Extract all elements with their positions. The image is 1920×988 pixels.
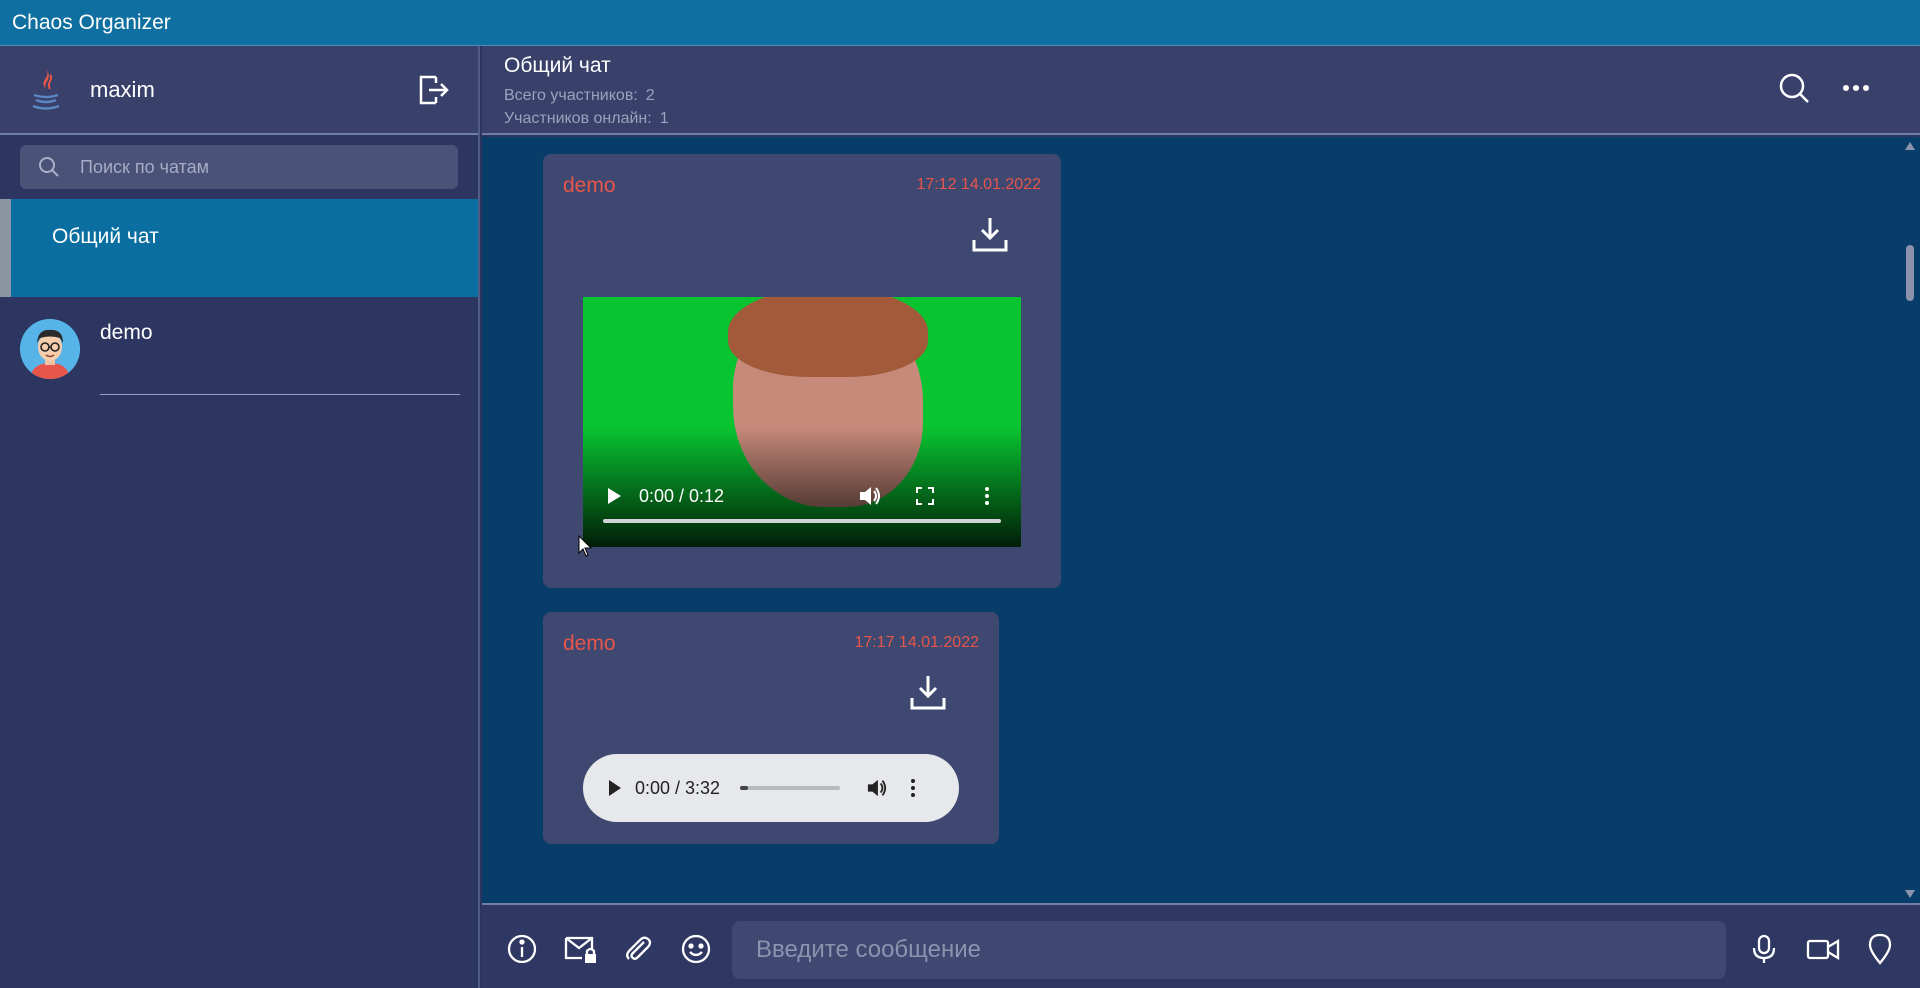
chat-item-info: demo <box>100 319 460 395</box>
audio-time: 0:00 / 3:32 <box>635 777 721 798</box>
video-player[interactable]: 0:00 / 0:12 <box>583 297 1021 547</box>
message-composer <box>482 903 1920 988</box>
message-bubble: demo 17:17 14.01.2022 0:00 / 3:32 <box>543 612 999 844</box>
video-time: 0:00 / 0:12 <box>639 485 725 506</box>
logout-icon[interactable] <box>416 73 450 107</box>
total-members-label: Всего участников: <box>504 87 638 104</box>
emoji-icon[interactable] <box>680 933 712 965</box>
message-time: 17:12 14.01.2022 <box>916 176 1041 193</box>
location-icon[interactable] <box>1864 933 1896 965</box>
audio-player[interactable]: 0:00 / 3:32 <box>583 754 959 822</box>
scroll-down-icon[interactable] <box>1904 889 1916 899</box>
chat-item-demo[interactable]: demo <box>0 297 478 407</box>
username: maxim <box>90 76 155 102</box>
online-members-label: Участников онлайн: <box>504 110 652 127</box>
chat-title: Общий чат <box>504 54 611 77</box>
search-icon[interactable] <box>1778 72 1816 110</box>
play-icon[interactable] <box>605 486 623 506</box>
chat-search <box>20 145 458 189</box>
video-frame-hair <box>728 297 928 377</box>
app-title: Chaos Organizer <box>12 10 171 34</box>
play-icon[interactable] <box>607 779 623 797</box>
message-author: demo <box>563 174 616 197</box>
paperclip-icon[interactable] <box>622 933 654 965</box>
scroll-up-icon[interactable] <box>1904 141 1916 151</box>
volume-icon[interactable] <box>858 485 882 507</box>
message-input[interactable] <box>732 921 1726 979</box>
message-bubble: demo 17:12 14.01.2022 0:00 / 0:12 <box>543 154 1061 588</box>
video-controls: 0:00 / 0:12 <box>583 481 1021 511</box>
java-logo-icon <box>26 65 66 115</box>
message-author: demo <box>563 632 616 655</box>
app-titlebar: Chaos Organizer <box>0 0 1920 46</box>
message-time: 17:17 14.01.2022 <box>854 634 979 651</box>
mouse-cursor-icon <box>578 535 593 557</box>
chat-item-label: demo <box>100 321 153 344</box>
avatar <box>20 319 80 379</box>
total-members-value: 2 <box>645 87 655 104</box>
online-members-value: 1 <box>659 110 669 127</box>
volume-icon[interactable] <box>866 778 888 798</box>
microphone-icon[interactable] <box>1748 933 1780 965</box>
fullscreen-icon[interactable] <box>916 487 935 505</box>
online-members: Участников онлайн: 1 <box>504 107 1920 130</box>
chat-header: Общий чат Всего участников: 2 Участников … <box>482 46 1920 135</box>
video-camera-icon[interactable] <box>1806 933 1840 965</box>
messages-area[interactable]: demo 17:12 14.01.2022 0:00 / 0:12 demo 1… <box>482 137 1920 903</box>
video-progress-bar[interactable] <box>603 519 1001 523</box>
chat-meta: Всего участников: 2 Участников онлайн: 1 <box>504 84 1920 130</box>
more-options-icon[interactable] <box>984 486 990 506</box>
download-icon[interactable] <box>908 672 948 712</box>
sidebar: maxim Общий чат <box>0 46 480 988</box>
scrollbar-thumb[interactable] <box>1906 245 1914 301</box>
total-members: Всего участников: 2 <box>504 84 1920 107</box>
download-icon[interactable] <box>970 214 1010 254</box>
chat-search-input[interactable] <box>80 156 440 178</box>
more-options-icon[interactable] <box>910 778 916 798</box>
scrollbar[interactable] <box>1900 137 1920 903</box>
more-icon[interactable] <box>1840 72 1878 110</box>
info-icon[interactable] <box>506 933 538 965</box>
chat-item-label: Общий чат <box>52 225 159 248</box>
profile-panel: maxim <box>0 46 478 135</box>
chat-item-general[interactable]: Общий чат <box>0 199 478 297</box>
search-icon <box>39 157 59 177</box>
audio-progress-bar[interactable] <box>740 786 841 790</box>
mail-lock-icon[interactable] <box>564 933 596 965</box>
